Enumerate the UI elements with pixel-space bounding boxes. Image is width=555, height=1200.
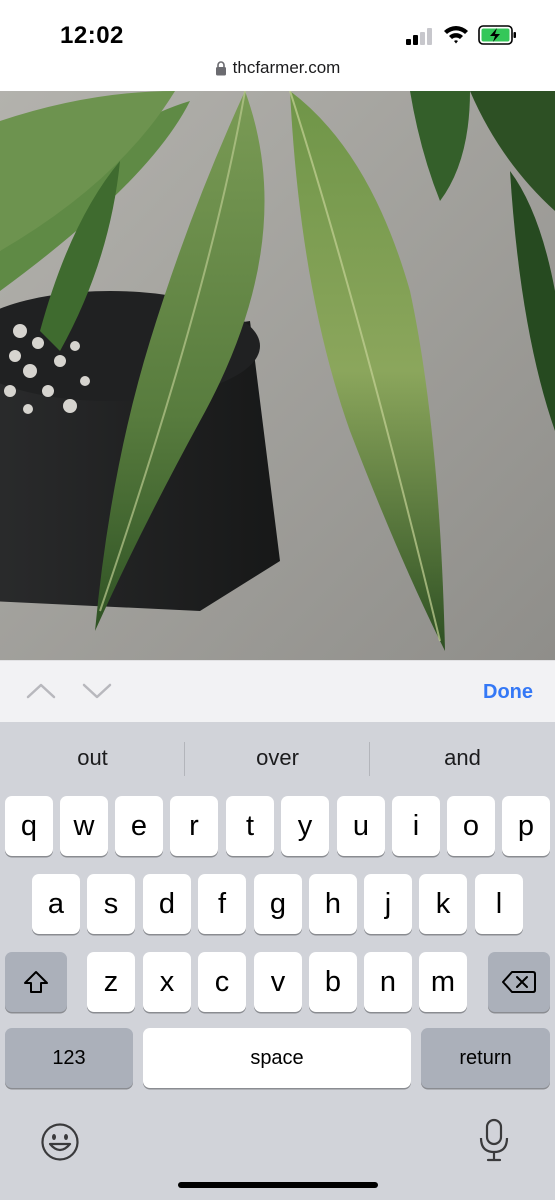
key-y[interactable]: y <box>281 796 329 856</box>
plant-leaves-image <box>0 91 555 660</box>
microphone-icon[interactable] <box>478 1118 510 1164</box>
lock-icon <box>215 60 226 75</box>
key-g[interactable]: g <box>254 874 302 934</box>
numbers-key[interactable]: 123 <box>5 1028 133 1088</box>
wifi-icon <box>444 26 468 44</box>
key-u[interactable]: u <box>337 796 385 856</box>
key-n[interactable]: n <box>364 952 412 1012</box>
return-key[interactable]: return <box>421 1028 550 1088</box>
delete-key[interactable] <box>488 952 550 1012</box>
done-button[interactable]: Done <box>483 681 533 704</box>
url-text: thcfarmer.com <box>232 58 341 77</box>
key-q[interactable]: q <box>5 796 53 856</box>
suggestion-2[interactable]: over <box>185 722 370 794</box>
key-b[interactable]: b <box>309 952 357 1012</box>
key-v[interactable]: v <box>254 952 302 1012</box>
key-r[interactable]: r <box>170 796 218 856</box>
key-l[interactable]: l <box>475 874 523 934</box>
key-p[interactable]: p <box>502 796 550 856</box>
key-f[interactable]: f <box>198 874 246 934</box>
key-m[interactable]: m <box>419 952 467 1012</box>
backspace-icon <box>502 971 536 993</box>
key-i[interactable]: i <box>392 796 440 856</box>
chevron-down-icon[interactable] <box>80 679 114 703</box>
key-o[interactable]: o <box>447 796 495 856</box>
key-e[interactable]: e <box>115 796 163 856</box>
key-d[interactable]: d <box>143 874 191 934</box>
keyboard-accessory-bar: Done <box>0 660 555 723</box>
chevron-up-icon[interactable] <box>24 679 58 703</box>
key-h[interactable]: h <box>309 874 357 934</box>
keyboard-bottom-bar <box>0 1110 555 1180</box>
suggestion-bar: out over and <box>0 722 555 794</box>
key-k[interactable]: k <box>419 874 467 934</box>
cellular-signal-icon <box>406 28 432 45</box>
key-c[interactable]: c <box>198 952 246 1012</box>
key-w[interactable]: w <box>60 796 108 856</box>
key-j[interactable]: j <box>364 874 412 934</box>
suggestion-3[interactable]: and <box>370 722 555 794</box>
status-time: 12:02 <box>60 22 124 49</box>
key-x[interactable]: x <box>143 952 191 1012</box>
plant-photo <box>0 91 555 660</box>
key-t[interactable]: t <box>226 796 274 856</box>
shift-icon <box>24 971 48 993</box>
space-key[interactable]: space <box>143 1028 411 1088</box>
battery-charging-icon <box>478 25 516 45</box>
suggestion-1[interactable]: out <box>0 722 185 794</box>
status-bar: 12:02 <box>0 0 555 62</box>
emoji-icon[interactable] <box>40 1122 80 1162</box>
shift-key[interactable] <box>5 952 67 1012</box>
key-s[interactable]: s <box>87 874 135 934</box>
home-indicator[interactable] <box>178 1182 378 1188</box>
key-z[interactable]: z <box>87 952 135 1012</box>
address-bar[interactable]: thcfarmer.com <box>0 56 555 90</box>
key-a[interactable]: a <box>32 874 80 934</box>
